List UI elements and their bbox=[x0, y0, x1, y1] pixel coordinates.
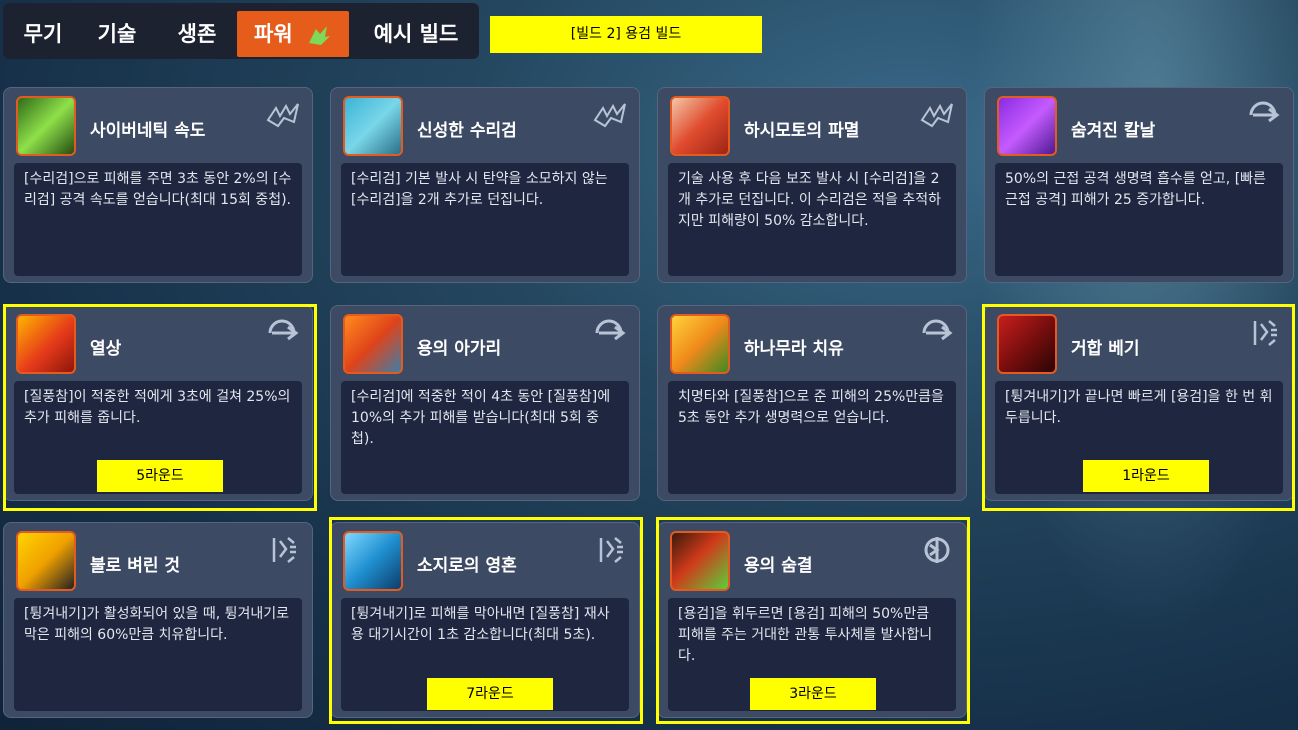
tab-label: 생존 bbox=[177, 22, 217, 46]
card-title: 신성한 수리검 bbox=[417, 121, 517, 141]
shuriken-icon bbox=[920, 103, 953, 128]
power-art-icon bbox=[343, 96, 403, 156]
shuriken-icon bbox=[593, 103, 626, 128]
tab-label: 무기 bbox=[23, 22, 63, 46]
card-title: 사이버네틱 속도 bbox=[90, 121, 206, 141]
power-card-forged-under-fire[interactable]: 불로 벼린 것 [튕겨내기]가 활성화되어 있을 때, 튕겨내기로 막은 피해의… bbox=[3, 522, 313, 718]
tab-label: 파워 bbox=[254, 22, 293, 46]
tab-label: 예시 빌드 bbox=[373, 22, 459, 46]
deflect-icon bbox=[272, 537, 296, 563]
card-title: 숨겨진 칼날 bbox=[1071, 121, 1156, 141]
tab-label: 기술 bbox=[97, 22, 137, 46]
build-label-badge: [빌드 2] 용검 빌드 bbox=[490, 16, 762, 53]
power-card-hidden-blade[interactable]: 숨겨진 칼날 50%의 근접 공격 생명력 흡수를 얻고, [빠른 근접 공격]… bbox=[984, 87, 1294, 283]
shuriken-icon bbox=[266, 103, 299, 128]
highlight-frame bbox=[329, 517, 643, 724]
power-card-cybernetic-speed[interactable]: 사이버네틱 속도 [수리검]으로 피해를 주면 3초 동안 2%의 [수리검] … bbox=[3, 87, 313, 283]
tab-survival[interactable]: 생존 bbox=[165, 11, 229, 57]
highlight-frame bbox=[656, 517, 970, 724]
card-description: 50%의 근접 공격 생명력 흡수를 얻고, [빠른 근접 공격] 피해가 25… bbox=[995, 163, 1283, 276]
tab-ability[interactable]: 기술 bbox=[89, 11, 145, 57]
power-art-icon bbox=[16, 96, 76, 156]
power-art-icon bbox=[997, 96, 1057, 156]
card-description: 치명타와 [질풍참]으로 준 피해의 25%만큼을 5초 동안 추가 생명력으로… bbox=[668, 381, 956, 494]
card-description: [튕겨내기]가 활성화되어 있을 때, 튕겨내기로 막은 피해의 60%만큼 치… bbox=[14, 598, 302, 711]
power-art-icon bbox=[16, 531, 76, 591]
card-title: 불로 벼린 것 bbox=[90, 556, 181, 576]
dash-icon bbox=[1249, 101, 1280, 123]
card-description: [수리검]에 적중한 적이 4초 동안 [질풍참]에 10%의 추가 피해를 받… bbox=[341, 381, 629, 494]
card-description: [수리검] 기본 발사 시 탄약을 소모하지 않는 [수리검]을 2개 추가로 … bbox=[341, 163, 629, 276]
card-title: 하시모토의 파멸 bbox=[744, 121, 860, 141]
card-description: [수리검]으로 피해를 주면 3초 동안 2%의 [수리검] 공격 속도를 얻습… bbox=[14, 163, 302, 276]
tab-weapon[interactable]: 무기 bbox=[15, 11, 71, 57]
power-card-hanamura-healing[interactable]: 하나무라 치유 치명타와 [질풍참]으로 준 피해의 25%만큼을 5초 동안 … bbox=[657, 305, 967, 501]
power-leaf-icon bbox=[308, 26, 330, 45]
tab-example-build[interactable]: 예시 빌드 bbox=[361, 11, 471, 57]
power-card-dragons-jaw[interactable]: 용의 아가리 [수리검]에 적중한 적이 4초 동안 [질풍참]에 10%의 추… bbox=[330, 305, 640, 501]
power-card-hashimoto-bane[interactable]: 하시모토의 파멸 기술 사용 후 다음 보조 발사 시 [수리검]을 2개 추가… bbox=[657, 87, 967, 283]
card-title: 하나무라 치유 bbox=[744, 339, 844, 359]
power-art-icon bbox=[670, 314, 730, 374]
power-card-sacred-shuriken[interactable]: 신성한 수리검 [수리검] 기본 발사 시 탄약을 소모하지 않는 [수리검]을… bbox=[330, 87, 640, 283]
power-art-icon bbox=[343, 314, 403, 374]
tab-power[interactable]: 파워 bbox=[237, 11, 349, 57]
power-art-icon bbox=[670, 96, 730, 156]
dash-icon bbox=[922, 319, 953, 341]
highlight-frame bbox=[982, 304, 1295, 511]
card-description: 기술 사용 후 다음 보조 발사 시 [수리검]을 2개 추가로 던집니다. 이… bbox=[668, 163, 956, 276]
card-title: 용의 아가리 bbox=[417, 339, 502, 359]
highlight-frame bbox=[3, 304, 317, 511]
category-tab-bar: 무기 기술 생존 파워 예시 빌드 bbox=[3, 3, 479, 59]
dash-icon bbox=[595, 319, 626, 341]
